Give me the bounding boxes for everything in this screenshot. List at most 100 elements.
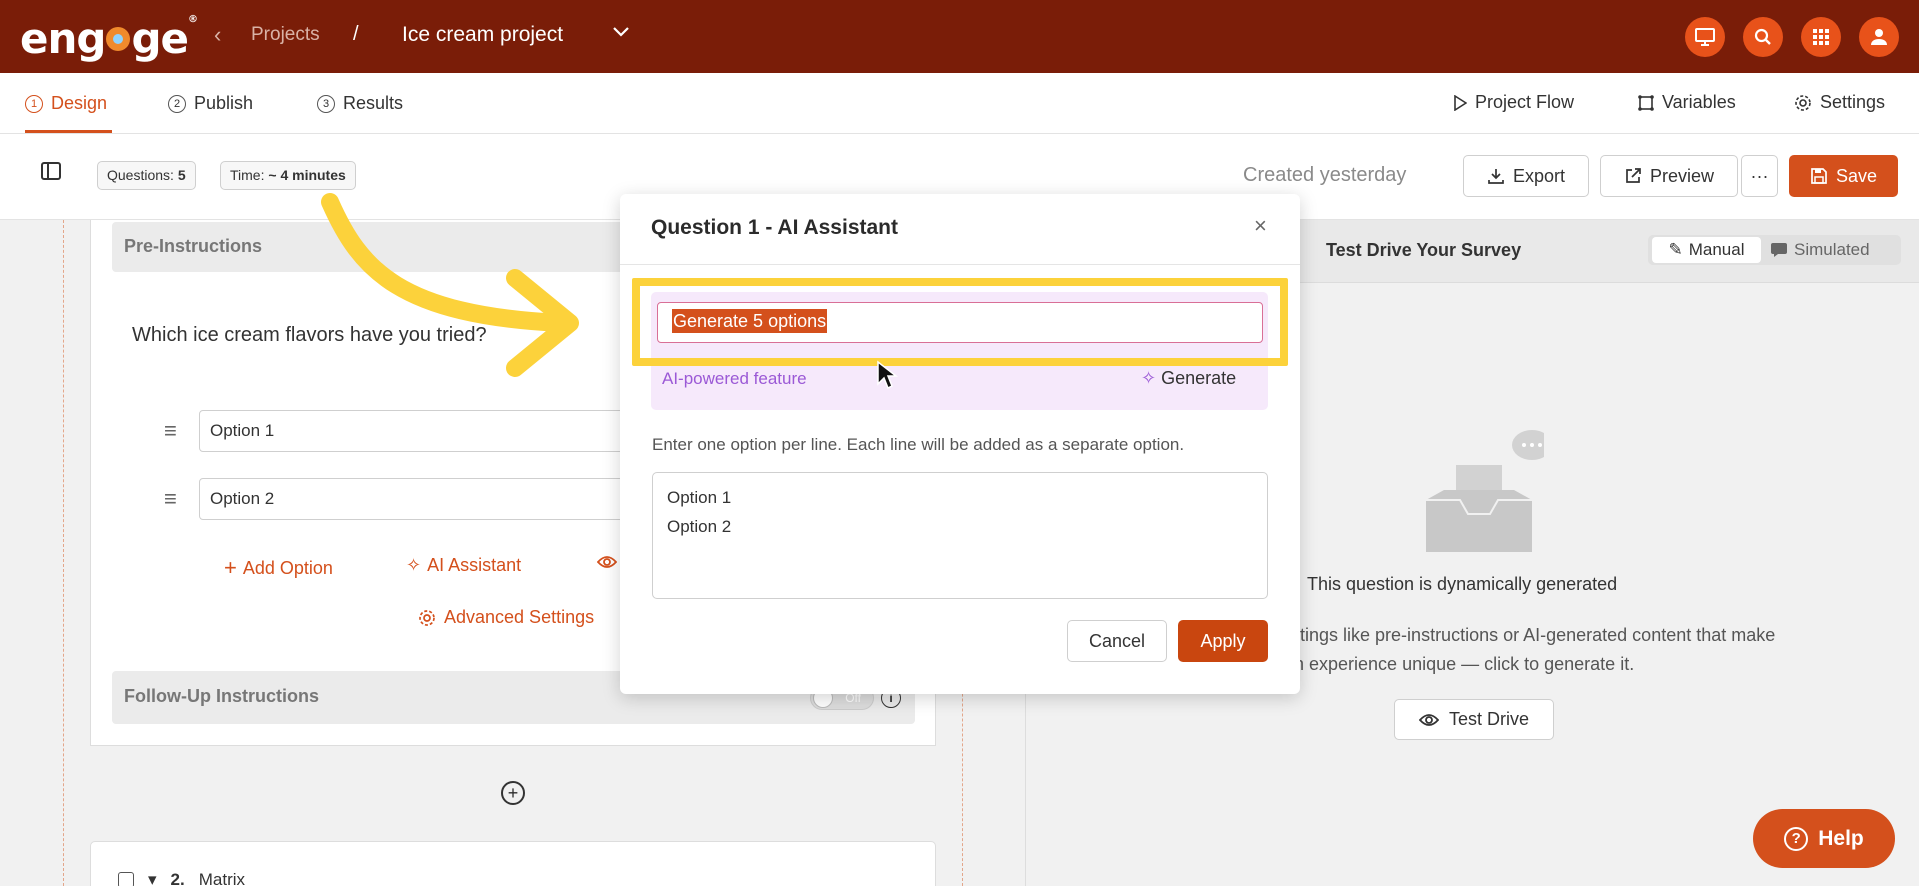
manual-label: Manual bbox=[1688, 240, 1745, 259]
simulated-mode-button[interactable]: Simulated bbox=[1770, 237, 1870, 263]
mouse-cursor-icon bbox=[877, 360, 898, 390]
dashboard-icon[interactable] bbox=[1685, 17, 1725, 57]
option-input[interactable]: Option 1 bbox=[199, 410, 639, 452]
generate-label: Generate bbox=[1161, 368, 1237, 388]
eye-icon bbox=[597, 556, 617, 568]
pencil-icon: ✎ bbox=[1668, 240, 1683, 259]
advanced-settings-label: Advanced Settings bbox=[444, 607, 595, 627]
dynamic-question-title: This question is dynamically generated bbox=[1307, 574, 1618, 594]
help-label: Help bbox=[1818, 826, 1864, 850]
gear-icon bbox=[419, 609, 435, 626]
simulated-label: Simulated bbox=[1794, 240, 1870, 259]
modal-divider bbox=[620, 264, 1300, 265]
preview-button[interactable]: Preview bbox=[1600, 155, 1738, 197]
drag-handle-icon[interactable]: ≡ bbox=[164, 418, 177, 444]
question-checkbox[interactable] bbox=[118, 872, 134, 886]
tab-bar: 1 Design 2 Publish 3 Results Project Flo… bbox=[0, 73, 1919, 134]
test-drive-label: Test Drive bbox=[1448, 709, 1529, 729]
eye-icon bbox=[1418, 713, 1439, 726]
pre-instructions-label: Pre-Instructions bbox=[124, 236, 263, 256]
apply-button[interactable]: Apply bbox=[1178, 620, 1268, 662]
chat-icon bbox=[1771, 243, 1787, 257]
project-flow-link[interactable]: Project Flow bbox=[1453, 92, 1574, 113]
add-question-icon[interactable]: + bbox=[501, 781, 525, 805]
help-button[interactable]: ? Help bbox=[1753, 809, 1895, 868]
variables-icon bbox=[1638, 94, 1654, 111]
project-dropdown-chevron-icon[interactable] bbox=[612, 22, 630, 43]
sparkle-icon: ✧ bbox=[1141, 368, 1157, 388]
question-number: 2. bbox=[170, 870, 185, 886]
manual-mode-button[interactable]: ✎ Manual bbox=[1652, 237, 1761, 263]
active-tab-indicator bbox=[25, 130, 112, 133]
breadcrumb-separator: / bbox=[353, 23, 359, 45]
add-option-button[interactable]: + Add Option bbox=[224, 555, 333, 581]
question-type[interactable]: Matrix bbox=[199, 870, 245, 886]
sidebar-toggle-icon[interactable] bbox=[41, 162, 61, 180]
user-avatar-icon[interactable] bbox=[1859, 17, 1899, 57]
tab-label: Publish bbox=[194, 93, 254, 113]
tab-label: Design bbox=[51, 93, 108, 113]
save-disk-icon bbox=[1811, 168, 1827, 184]
engage-logo[interactable]: eng ge® bbox=[20, 14, 198, 63]
preview-title: Test Drive Your Survey bbox=[1326, 240, 1522, 260]
breadcrumb-projects[interactable]: Projects bbox=[251, 24, 320, 46]
modal-title: Question 1 - AI Assistant bbox=[651, 216, 898, 239]
tab-publish[interactable]: 2 Publish bbox=[168, 93, 253, 114]
editor-guide-left bbox=[63, 220, 64, 886]
tutorial-arrow-icon bbox=[321, 193, 579, 377]
variables-label: Variables bbox=[1662, 92, 1736, 112]
time-label: Time: bbox=[230, 167, 265, 183]
save-label: Save bbox=[1835, 165, 1878, 186]
tab-design[interactable]: 1 Design bbox=[25, 93, 107, 114]
apps-grid-icon[interactable] bbox=[1801, 17, 1841, 57]
search-icon[interactable] bbox=[1743, 17, 1783, 57]
collapse-caret-icon[interactable]: ▾ bbox=[148, 870, 157, 886]
external-link-icon bbox=[1626, 168, 1641, 183]
project-flow-label: Project Flow bbox=[1475, 92, 1575, 112]
inbox-illustration-icon bbox=[1424, 430, 1552, 560]
advanced-settings-button[interactable]: Advanced Settings bbox=[418, 607, 594, 628]
dynamic-question-description: ettings like pre-instructions or AI-gene… bbox=[1285, 625, 1776, 674]
test-drive-button[interactable]: Test Drive bbox=[1394, 699, 1554, 740]
options-hint: Enter one option per line. Each line wil… bbox=[652, 435, 1185, 454]
top-bar: eng ge® ‹ Projects / Ice cream project bbox=[0, 0, 1919, 73]
questions-label: Questions: bbox=[107, 167, 174, 183]
export-label: Export bbox=[1512, 165, 1566, 186]
preview-eye-button[interactable] bbox=[597, 555, 617, 569]
created-timestamp: Created yesterday bbox=[1243, 164, 1407, 186]
more-options-button[interactable]: ··· bbox=[1741, 155, 1778, 197]
tab-number: 3 bbox=[317, 94, 335, 113]
drag-handle-icon[interactable]: ≡ bbox=[164, 486, 177, 512]
options-textarea[interactable]: Option 1 Option 2 bbox=[652, 472, 1268, 599]
tab-number: 2 bbox=[168, 94, 186, 113]
tutorial-highlight-box bbox=[632, 278, 1288, 366]
preview-label: Preview bbox=[1649, 165, 1715, 186]
settings-label: Settings bbox=[1820, 92, 1886, 112]
plus-icon: + bbox=[224, 555, 237, 580]
questions-count-chip: Questions: 5 bbox=[97, 161, 196, 190]
project-title: Ice cream project bbox=[402, 23, 564, 46]
sparkle-icon: ✧ bbox=[406, 555, 422, 575]
tab-results[interactable]: 3 Results bbox=[317, 93, 403, 114]
close-icon[interactable]: × bbox=[1254, 213, 1267, 239]
gear-icon bbox=[1795, 94, 1811, 111]
variables-link[interactable]: Variables bbox=[1638, 92, 1736, 113]
ai-assistant-label: AI Assistant bbox=[427, 555, 522, 575]
ai-assistant-button[interactable]: ✧ AI Assistant bbox=[406, 555, 521, 576]
settings-link[interactable]: Settings bbox=[1794, 92, 1885, 113]
follow-up-label: Follow-Up Instructions bbox=[124, 686, 319, 706]
tab-number: 1 bbox=[25, 94, 43, 113]
play-icon bbox=[1454, 94, 1467, 111]
add-option-label: Add Option bbox=[242, 557, 333, 578]
tab-label: Results bbox=[343, 93, 404, 113]
cancel-button[interactable]: Cancel bbox=[1067, 620, 1167, 662]
save-button[interactable]: Save bbox=[1789, 155, 1898, 197]
more-icon: ··· bbox=[1750, 165, 1769, 186]
export-button[interactable]: Export bbox=[1463, 155, 1589, 197]
generate-button[interactable]: ✧ Generate bbox=[1141, 368, 1236, 389]
back-chevron-icon[interactable]: ‹ bbox=[214, 22, 221, 48]
question-2-header: ▾ 2. Matrix bbox=[118, 870, 245, 886]
download-icon bbox=[1488, 169, 1504, 184]
option-input[interactable]: Option 2 bbox=[199, 478, 639, 520]
questions-value: 5 bbox=[177, 167, 186, 183]
